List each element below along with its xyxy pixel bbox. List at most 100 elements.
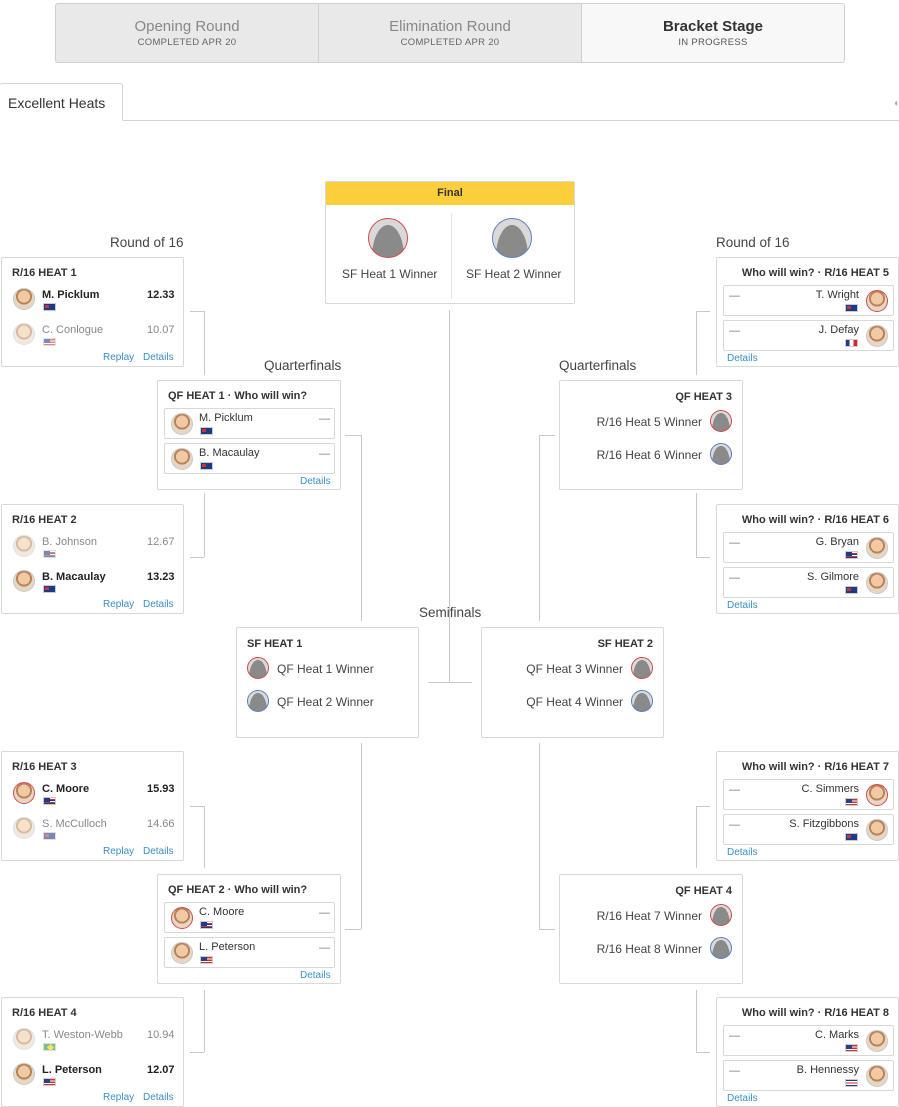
hawaii-flag-icon — [43, 550, 56, 558]
details-link[interactable]: Details — [300, 970, 331, 981]
surfer-name: C. Moore — [199, 906, 245, 918]
replay-link[interactable]: Replay — [103, 1092, 134, 1103]
r16-heat-3-card[interactable]: R/16 HEAT 3 C. Moore 15.93 S. McCulloch … — [1, 751, 184, 861]
r16-heat-1-card[interactable]: R/16 HEAT 1 M. Picklum 12.33 C. Conlogue… — [1, 257, 184, 367]
australia-flag-icon — [43, 832, 56, 840]
sf-slot: QF Heat 4 Winner — [526, 695, 623, 709]
column-label-semifinals: Semifinals — [419, 605, 482, 620]
pick-placeholder: — — [319, 907, 330, 919]
r16-heat-5-card[interactable]: Who will win? · R/16 HEAT 5 — T. Wright … — [716, 257, 899, 367]
details-link[interactable]: Details — [300, 476, 331, 487]
surfer-avatar — [866, 325, 888, 347]
pick-surfer-option[interactable]: — B. Hennessy — [723, 1060, 894, 1091]
r16-heat-2-card[interactable]: R/16 HEAT 2 B. Johnson 12.67 B. Macaulay… — [1, 504, 184, 614]
surfer-avatar — [866, 537, 888, 559]
pick-surfer-option[interactable]: — C. Marks — [723, 1025, 894, 1056]
surfer-name: L. Peterson — [199, 941, 256, 953]
surfer-score: 13.23 — [147, 571, 175, 583]
column-label-quarterfinals-left: Quarterfinals — [264, 358, 342, 373]
australia-flag-icon — [200, 427, 213, 435]
tab-elimination-round[interactable]: Elimination Round COMPLETED APR 20 — [319, 4, 582, 62]
heat-title: Who will win? · R/16 HEAT 6 — [741, 514, 889, 526]
pick-surfer-option[interactable]: L. Peterson — — [164, 937, 335, 968]
surfer-score: 10.07 — [147, 324, 175, 336]
surfer-name: T. Wright — [815, 289, 859, 301]
pick-surfer-option[interactable]: M. Picklum — — [164, 408, 335, 439]
tab-divider — [0, 120, 899, 121]
pick-placeholder: — — [729, 572, 740, 584]
placeholder-avatar-icon — [368, 218, 408, 258]
pick-surfer-option[interactable]: — S. Fitzgibbons — [723, 814, 894, 845]
surfer-name: S. McCulloch — [42, 818, 107, 830]
surfer-name: G. Bryan — [815, 536, 859, 548]
details-link[interactable]: Details — [143, 352, 174, 363]
usa-flag-icon — [845, 798, 858, 806]
qf-heat-3-card[interactable]: QF HEAT 3 R/16 Heat 5 Winner R/16 Heat 6… — [559, 380, 743, 490]
r16-heat-7-card[interactable]: Who will win? · R/16 HEAT 7 — C. Simmers… — [716, 751, 899, 861]
pick-placeholder: — — [729, 1030, 740, 1042]
details-link[interactable]: Details — [143, 1092, 174, 1103]
surfer-avatar — [171, 413, 193, 435]
placeholder-avatar-icon — [710, 410, 732, 432]
round-tabs: Opening Round COMPLETED APR 20 Eliminati… — [55, 3, 845, 63]
details-link[interactable]: Details — [143, 846, 174, 857]
heat-title: QF HEAT 2 · Who will win? — [168, 884, 308, 896]
final-slot-1: SF Heat 1 Winner — [342, 267, 438, 281]
final-card: Final SF Heat 1 Winner SF Heat 2 Winner — [325, 181, 575, 304]
surfer-avatar — [13, 323, 35, 345]
pick-surfer-option[interactable]: — G. Bryan — [723, 532, 894, 563]
qf-heat-4-card[interactable]: QF HEAT 4 R/16 Heat 7 Winner R/16 Heat 8… — [559, 874, 743, 984]
surfer-avatar — [13, 817, 35, 839]
r16-heat-6-card[interactable]: Who will win? · R/16 HEAT 6 — G. Bryan —… — [716, 504, 899, 614]
pick-surfer-option[interactable]: C. Moore — — [164, 902, 335, 933]
pick-surfer-option[interactable]: — S. Gilmore — [723, 567, 894, 598]
r16-heat-8-card[interactable]: Who will win? · R/16 HEAT 8 — C. Marks —… — [716, 997, 899, 1107]
details-link[interactable]: Details — [727, 1093, 758, 1104]
details-link[interactable]: Details — [143, 599, 174, 610]
sf-heat-1-card[interactable]: SF HEAT 1 QF Heat 1 Winner QF Heat 2 Win… — [236, 627, 419, 738]
surfer-avatar — [13, 288, 35, 310]
usa-flag-icon — [845, 1044, 858, 1052]
surfer-name: S. Fitzgibbons — [789, 818, 859, 830]
tab-label: Opening Round — [134, 18, 240, 35]
tab-bracket-stage[interactable]: Bracket Stage IN PROGRESS — [582, 4, 844, 62]
heat-title: R/16 HEAT 4 — [12, 1007, 77, 1019]
details-link[interactable]: Details — [727, 353, 758, 364]
costa-rica-flag-icon — [845, 1079, 858, 1087]
pick-surfer-option[interactable]: B. Macaulay — — [164, 443, 335, 474]
pick-surfer-option[interactable]: — J. Defay — [723, 320, 894, 351]
r16-heat-4-card[interactable]: R/16 HEAT 4 T. Weston-Webb 10.94 L. Pete… — [1, 997, 184, 1107]
surfer-avatar — [866, 290, 888, 312]
surfer-avatar — [13, 570, 35, 592]
final-header: Final — [326, 182, 574, 205]
replay-link[interactable]: Replay — [103, 599, 134, 610]
brazil-flag-icon — [43, 1043, 56, 1051]
usa-flag-icon — [43, 1078, 56, 1086]
details-link[interactable]: Details — [727, 600, 758, 611]
sf-slot: QF Heat 1 Winner — [277, 662, 374, 676]
replay-link[interactable]: Replay — [103, 846, 134, 857]
australia-flag-icon — [43, 303, 56, 311]
surfer-avatar — [866, 784, 888, 806]
tab-opening-round[interactable]: Opening Round COMPLETED APR 20 — [56, 4, 319, 62]
replay-link[interactable]: Replay — [103, 352, 134, 363]
hawaii-flag-icon — [200, 921, 213, 929]
placeholder-avatar-icon — [247, 690, 269, 712]
qf-heat-1-card[interactable]: QF HEAT 1 · Who will win? M. Picklum — B… — [157, 380, 341, 490]
surfer-avatar — [866, 1065, 888, 1087]
qf-heat-2-card[interactable]: QF HEAT 2 · Who will win? C. Moore — L. … — [157, 874, 341, 984]
pick-surfer-option[interactable]: — C. Simmers — [723, 779, 894, 810]
tab-excellent-heats[interactable]: Excellent Heats — [0, 83, 123, 121]
pick-placeholder: — — [729, 325, 740, 337]
heat-title: QF HEAT 1 · Who will win? — [168, 390, 308, 402]
column-label-round-of-16-right: Round of 16 — [716, 235, 790, 250]
heat-title: SF HEAT 2 — [597, 638, 653, 650]
sf-heat-2-card[interactable]: SF HEAT 2 QF Heat 3 Winner QF Heat 4 Win… — [481, 627, 664, 738]
surfer-name: M. Picklum — [42, 289, 100, 301]
pick-placeholder: — — [319, 413, 330, 425]
pick-placeholder: — — [319, 448, 330, 460]
australia-flag-icon — [845, 833, 858, 841]
details-link[interactable]: Details — [727, 847, 758, 858]
france-flag-icon — [845, 339, 858, 347]
pick-surfer-option[interactable]: — T. Wright — [723, 285, 894, 316]
